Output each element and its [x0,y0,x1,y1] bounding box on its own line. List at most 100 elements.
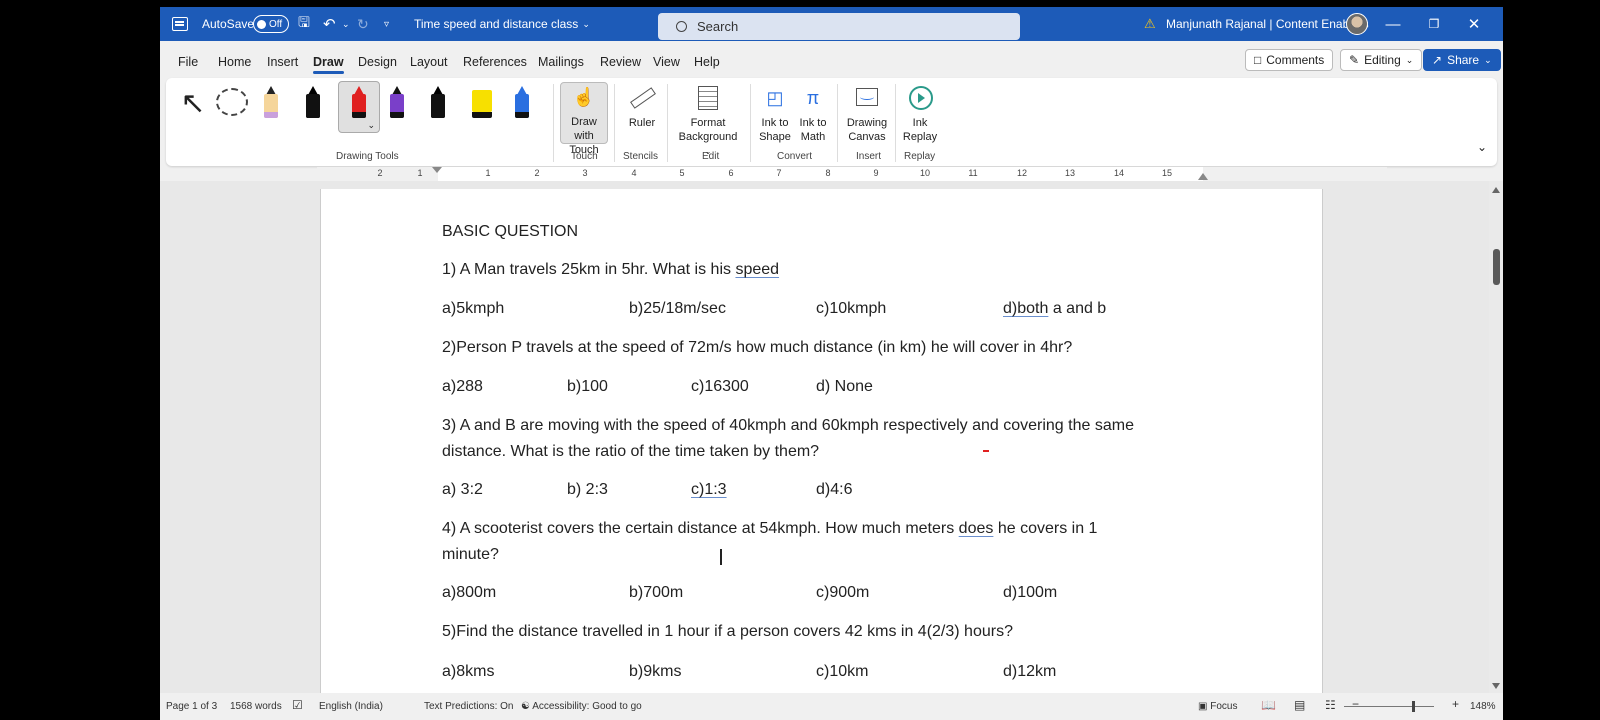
web-layout-icon[interactable]: ☷ [1325,698,1336,712]
tab-insert[interactable]: Insert [267,55,298,69]
ink-replay-button[interactable]: Ink Replay [900,84,940,144]
minimize-icon[interactable]: — [1373,7,1413,41]
search-input[interactable]: Search [658,13,1020,40]
lasso-select-icon[interactable] [216,88,250,122]
share-label: Share [1447,53,1480,67]
share-button[interactable]: ↗ Share ⌄ [1423,49,1501,71]
first-line-indent-marker[interactable] [432,167,442,173]
scroll-thumb[interactable] [1493,249,1500,285]
save-icon[interactable]: 🖫 [298,7,310,41]
zoom-in-icon[interactable]: + [1452,697,1459,711]
galaxy-pen-icon[interactable] [431,86,445,122]
undo-dropdown-icon[interactable]: ⌄ [342,7,350,41]
zoom-out-icon[interactable]: − [1352,697,1359,711]
word-count[interactable]: 1568 words [230,701,282,712]
pencil-tool-icon[interactable] [264,86,278,122]
question-3-line-1: 3) A and B are moving with the speed of … [442,417,1134,434]
select-cursor-icon[interactable]: ↖ [178,86,208,122]
tab-references[interactable]: References [463,55,527,69]
editing-mode-button[interactable]: ✎ Editing ⌄ [1340,49,1423,71]
accessibility-status[interactable]: ☯ Accessibility: Good to go [521,701,642,712]
print-layout-icon[interactable]: ▤ [1294,698,1305,712]
tab-layout[interactable]: Layout [410,55,448,69]
autosave-toggle[interactable]: Off [253,7,289,41]
document-title-menu[interactable]: Time speed and distance class ⌄ [414,7,590,41]
question-4-text-a: 4) A scooterist covers the certain dista… [442,520,959,537]
redo-icon[interactable]: ↻ [357,7,369,41]
q3-option-a: a) 3:2 [442,481,483,498]
separator [750,84,751,162]
text-predictions[interactable]: Text Predictions: On [424,701,513,712]
document-area: BASIC QUESTION 1) A Man travels 25km in … [160,181,1503,693]
touch-group-label: Touch [571,151,598,162]
black-pen-icon[interactable] [306,86,320,122]
tab-draw[interactable]: Draw [313,55,344,74]
zoom-slider[interactable] [1344,706,1434,707]
tab-design[interactable]: Design [358,55,397,69]
red-pen-icon [352,86,366,122]
restore-icon[interactable]: ❐ [1414,7,1454,41]
scroll-up-icon[interactable] [1492,187,1500,193]
question-4-does: does [958,520,994,537]
question-1: 1) A Man travels 25km in 5hr. What is hi… [442,261,779,279]
separator [553,84,554,162]
warning-icon[interactable]: ⚠ [1144,7,1156,41]
undo-icon[interactable]: ↶ [323,7,336,41]
ink-mark [983,450,989,452]
ink-to-shape-button[interactable]: ◰ Ink to Shape [757,84,793,144]
focus-mode[interactable]: ▣ Focus [1198,701,1237,712]
separator [837,84,838,162]
red-pen-button[interactable]: ⌄ [338,81,380,133]
ruler-button[interactable]: Ruler [622,84,662,130]
q1-option-d: d)both a and b [1003,300,1106,318]
draw-with-touch-label: Draw with [571,116,597,142]
search-placeholder: Search [697,19,739,34]
zoom-level[interactable]: 148% [1470,701,1496,712]
tab-help[interactable]: Help [694,55,720,69]
avatar[interactable] [1346,7,1368,41]
drawing-canvas-label-2: Canvas [848,131,886,143]
q2-option-c: c)16300 [691,378,749,395]
ink-to-math-button[interactable]: π Ink to Math [796,84,830,144]
draw-with-touch-button[interactable]: ☝ Draw with Touch [560,82,608,156]
user-name[interactable]: Manjunath Rajanal | Content Enablers [1166,7,1369,41]
focus-icon: ▣ [1198,701,1208,712]
horizontal-ruler: 2 1 1 2 3 4 5 6 7 8 9 10 11 12 13 14 15 [317,167,1387,181]
purple-pen-icon[interactable] [390,86,404,122]
close-icon[interactable]: ✕ [1454,7,1494,41]
language[interactable]: English (India) [319,701,383,712]
autosave-label: AutoSave [202,17,255,31]
document-page[interactable]: BASIC QUESTION 1) A Man travels 25km in … [320,189,1323,693]
tab-home[interactable]: Home [218,55,251,69]
page-count[interactable]: Page 1 of 3 [166,701,217,712]
q1-option-a: a)5kmph [442,300,505,317]
customize-toolbar-icon[interactable]: ▿ [384,7,389,41]
read-mode-icon[interactable]: 📖 [1261,698,1276,712]
highlighter-icon[interactable] [472,86,492,122]
tab-review[interactable]: Review [600,55,641,69]
q4-option-b: b)700m [629,584,684,601]
tab-mailings[interactable]: Mailings [538,55,584,69]
ruler-label: 4 [631,168,637,178]
tab-file[interactable]: File [178,55,198,69]
format-background-button[interactable]: Format Background ⌄ [674,84,742,159]
comments-button[interactable]: □ Comments [1245,49,1334,71]
right-indent-marker[interactable] [1198,173,1208,180]
collapse-ribbon-icon[interactable]: ⌄ [1477,140,1487,154]
zoom-slider-thumb[interactable] [1412,701,1415,712]
sparkle-pen-icon[interactable] [515,86,529,122]
question-1-text: 1) A Man travels 25km in 5hr. What is hi… [442,261,736,278]
drawing-canvas-label: Drawing [846,117,888,129]
scroll-down-icon[interactable] [1492,683,1500,689]
q5-option-a: a)8kms [442,663,495,680]
chevron-down-icon: ⌄ [1405,54,1414,65]
text-cursor [720,549,722,565]
proofing-icon[interactable]: ☑ [292,698,303,712]
question-1-speed: speed [735,261,780,278]
vertical-scrollbar[interactable] [1489,181,1503,693]
drawing-canvas-button[interactable]: Drawing Canvas [844,84,890,144]
ruler-icon [628,84,656,112]
question-4-line-1: 4) A scooterist covers the certain dista… [442,520,1097,538]
chevron-down-icon: ⌄ [1484,54,1492,65]
tab-view[interactable]: View [653,55,680,69]
